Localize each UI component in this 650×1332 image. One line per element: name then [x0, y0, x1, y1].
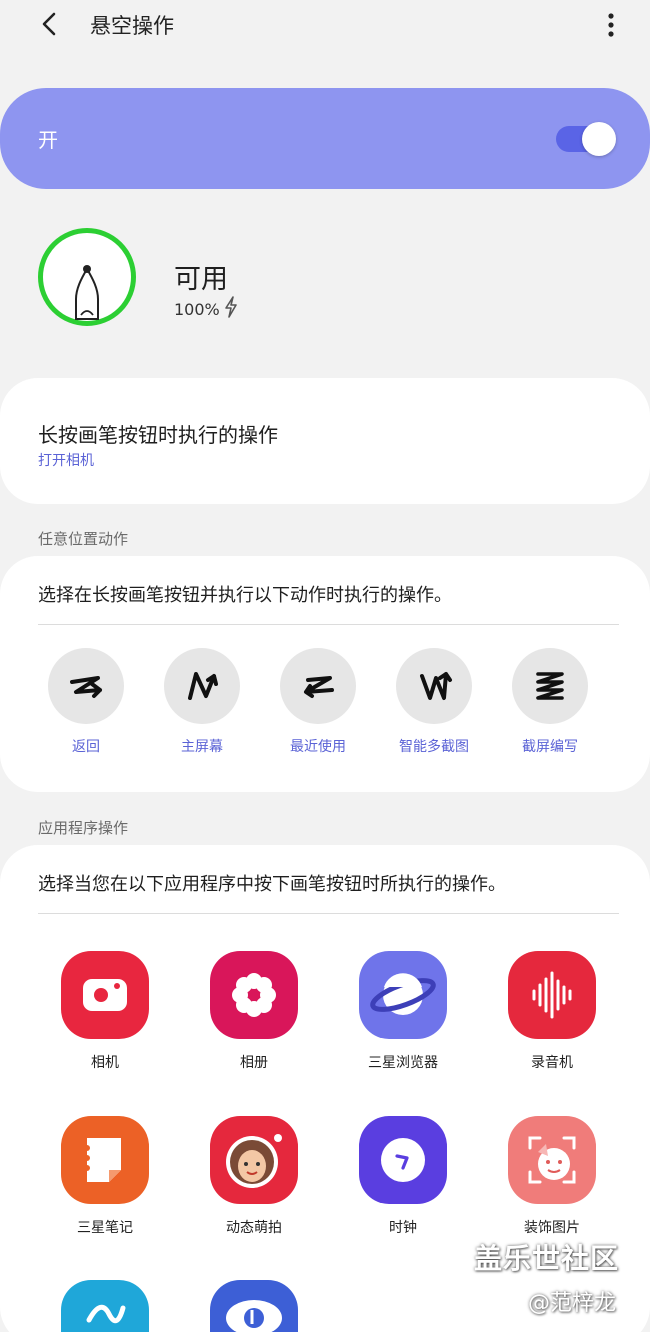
more-vertical-icon[interactable]	[598, 6, 624, 42]
voice-recorder-app-icon[interactable]	[508, 951, 596, 1039]
browser-app-icon[interactable]	[359, 951, 447, 1039]
s-pen-icon	[38, 228, 136, 326]
clock-app-icon[interactable]	[359, 1116, 447, 1204]
app-label: 三星笔记	[77, 1220, 133, 1236]
battery-level: 100%	[174, 299, 220, 319]
charging-icon	[224, 296, 238, 322]
app-label: 相机	[91, 1055, 119, 1071]
gesture-label: 主屏幕	[181, 739, 223, 755]
anywhere-description: 选择在长按画笔按钮并执行以下动作时执行的操作。	[38, 585, 452, 606]
page-title: 悬空操作	[90, 14, 174, 38]
gesture-recent-icon[interactable]	[280, 648, 356, 724]
notes-app-icon[interactable]	[61, 1116, 149, 1204]
app-label: 相册	[240, 1055, 268, 1071]
gesture-smart-select-icon[interactable]	[396, 648, 472, 724]
chevron-left-icon[interactable]	[30, 6, 70, 42]
app-label: 动态萌拍	[226, 1220, 282, 1236]
battery-status: 100%	[174, 296, 238, 322]
app-label: 三星浏览器	[368, 1055, 438, 1071]
section-label-apps: 应用程序操作	[38, 819, 129, 837]
divider	[38, 913, 619, 914]
gesture-label: 截屏编写	[522, 739, 578, 755]
long-press-setting[interactable]: 长按画笔按钮时执行的操作	[0, 378, 650, 504]
gesture-back-icon[interactable]	[48, 648, 124, 724]
watermark-author: @范梓龙	[528, 1291, 617, 1316]
long-press-title: 长按画笔按钮时执行的操作	[38, 423, 278, 447]
app-label: 录音机	[531, 1055, 573, 1071]
decorate-pictures-app-icon[interactable]	[508, 1116, 596, 1204]
smart-app-icon[interactable]	[61, 1280, 149, 1332]
watermark-title: 盖乐世社区	[474, 1242, 620, 1275]
gesture-label: 智能多截图	[399, 739, 469, 755]
section-label-anywhere: 任意位置动作	[38, 530, 129, 548]
long-press-value: 打开相机	[38, 453, 94, 469]
gesture-label: 返回	[72, 739, 100, 755]
camera-app-icon[interactable]	[61, 951, 149, 1039]
ar-emoji-app-icon[interactable]	[210, 1116, 298, 1204]
gesture-home-icon[interactable]	[164, 648, 240, 724]
master-switch-label: 开	[38, 128, 58, 152]
gesture-screen-write-icon[interactable]	[512, 648, 588, 724]
bixby-vision-app-icon[interactable]	[210, 1280, 298, 1332]
app-bar: 悬空操作	[0, 0, 650, 50]
divider	[38, 624, 619, 625]
master-toggle[interactable]	[556, 122, 616, 156]
app-actions-description: 选择当您在以下应用程序中按下画笔按钮时所执行的操作。	[38, 874, 506, 895]
master-switch-bar[interactable]: 开	[0, 88, 650, 189]
app-label: 装饰图片	[524, 1220, 580, 1236]
app-label: 时钟	[389, 1220, 417, 1236]
toggle-knob	[582, 122, 616, 156]
pen-status-title: 可用	[174, 264, 228, 295]
gesture-label: 最近使用	[290, 739, 346, 755]
gallery-app-icon[interactable]	[210, 951, 298, 1039]
